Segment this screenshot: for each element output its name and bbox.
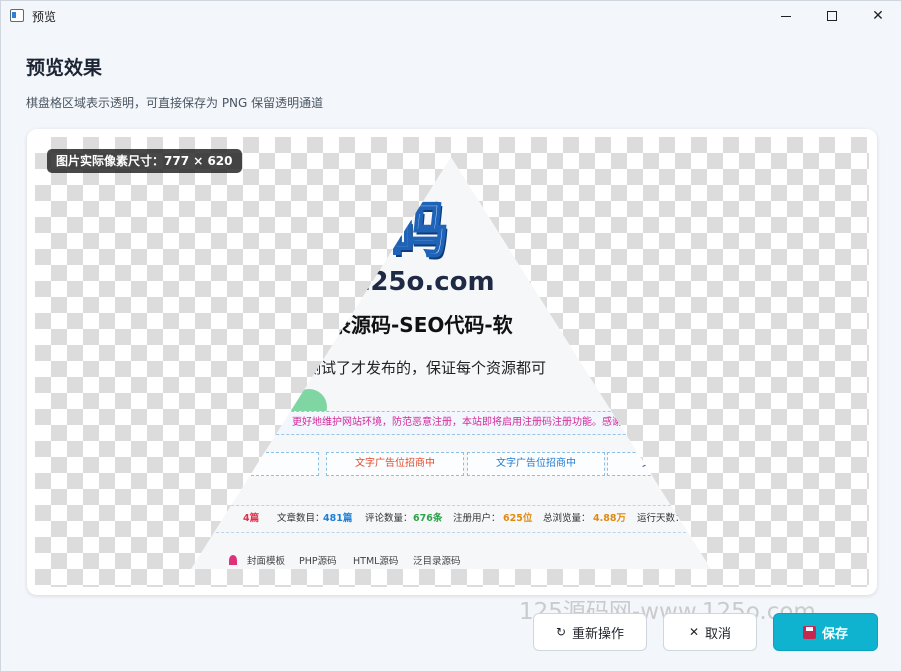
cancel-icon: ✕ bbox=[688, 625, 700, 639]
image-stat-value: 676条 bbox=[413, 513, 443, 524]
preview-image: 源码 ww.125o.com 泛目录源码-SEO代码-软 长亲自测试了才发布的，… bbox=[191, 157, 711, 569]
image-link: PHP源码 bbox=[299, 556, 337, 567]
preview-dialog: 预览 ✕ 预览效果 棋盘格区域表示透明，可直接保存为 PNG 保留透明通道 源码… bbox=[0, 0, 902, 672]
save-button-label: 保存 bbox=[821, 626, 848, 642]
image-stat-value: 4篇 bbox=[243, 513, 260, 524]
image-stat-label: 运行天数： bbox=[637, 513, 685, 524]
image-site-url: ww.125o.com bbox=[296, 267, 495, 297]
image-ad-row: 文字广告位招商中 文字广告位招商中 文字广告位 bbox=[191, 452, 711, 476]
preview-canvas: 源码 ww.125o.com 泛目录源码-SEO代码-软 长亲自测试了才发布的，… bbox=[35, 137, 869, 587]
image-link: 封面模板 bbox=[247, 556, 286, 567]
window-title: 预览 bbox=[32, 10, 57, 24]
image-stat-value: 33 bbox=[685, 513, 699, 524]
image-ad-slot bbox=[201, 452, 319, 476]
maximize-button[interactable] bbox=[809, 1, 855, 31]
image-stat-label: 注册用户： bbox=[453, 513, 501, 524]
image-link-row: 封面模板 PHP源码 HTML源码 泛目录源码 bbox=[191, 553, 711, 569]
reset-button-label: 重新操作 bbox=[572, 626, 625, 642]
image-stat-label: 总浏览量： bbox=[543, 513, 591, 524]
app-icon bbox=[10, 9, 24, 22]
image-link: HTML源码 bbox=[353, 556, 399, 567]
floppy-disk-icon bbox=[802, 625, 816, 639]
image-slogan: 泛目录源码-SEO代码-软 bbox=[291, 313, 513, 337]
close-icon: ✕ bbox=[872, 8, 884, 24]
image-stat-value: 4.88万 bbox=[593, 513, 626, 524]
reset-button[interactable]: ↻ 重新操作 bbox=[533, 613, 647, 651]
image-stat-label: 评论数量： bbox=[365, 513, 413, 524]
minimize-button[interactable] bbox=[763, 1, 809, 31]
close-button[interactable]: ✕ bbox=[855, 1, 901, 31]
image-promise-text: 长亲自测试了才发布的，保证每个资源都可 bbox=[261, 359, 547, 377]
title-bar[interactable]: 预览 ✕ bbox=[1, 1, 901, 31]
minimize-icon bbox=[781, 15, 791, 17]
page-title: 预览效果 bbox=[26, 57, 103, 79]
preview-card: 源码 ww.125o.com 泛目录源码-SEO代码-软 长亲自测试了才发布的，… bbox=[27, 129, 877, 595]
image-ad-slot: 文字广告位 bbox=[607, 452, 711, 476]
image-ad-slot: 文字广告位招商中 bbox=[326, 452, 464, 476]
image-stat-label: 文章数目： bbox=[277, 513, 325, 524]
image-notice-bar: 更好地维护网站环境，防范恶意注册，本站即将启用注册码注册功能。感谢大家的 bbox=[231, 411, 691, 435]
image-stats-bar: 4篇 文章数目： 481篇 评论数量： 676条 注册用户： 625位 总浏览量… bbox=[191, 505, 711, 533]
image-logo-text: 源码 bbox=[325, 195, 450, 267]
page-subtitle: 棋盘格区域表示透明，可直接保存为 PNG 保留透明通道 bbox=[26, 96, 324, 110]
image-size-badge: 图片实际像素尺寸：777 × 620 bbox=[47, 149, 242, 173]
image-stat-value: 481篇 bbox=[323, 513, 353, 524]
image-stat-value: 625位 bbox=[503, 513, 533, 524]
save-button[interactable]: 保存 bbox=[773, 613, 878, 651]
refresh-icon: ↻ bbox=[555, 625, 567, 639]
cancel-button[interactable]: ✕ 取消 bbox=[663, 613, 757, 651]
image-link: 泛目录源码 bbox=[413, 556, 461, 567]
maximize-icon bbox=[827, 11, 837, 21]
image-pink-icon bbox=[229, 555, 237, 565]
image-ad-slot: 文字广告位招商中 bbox=[467, 452, 605, 476]
cancel-button-label: 取消 bbox=[705, 626, 732, 642]
